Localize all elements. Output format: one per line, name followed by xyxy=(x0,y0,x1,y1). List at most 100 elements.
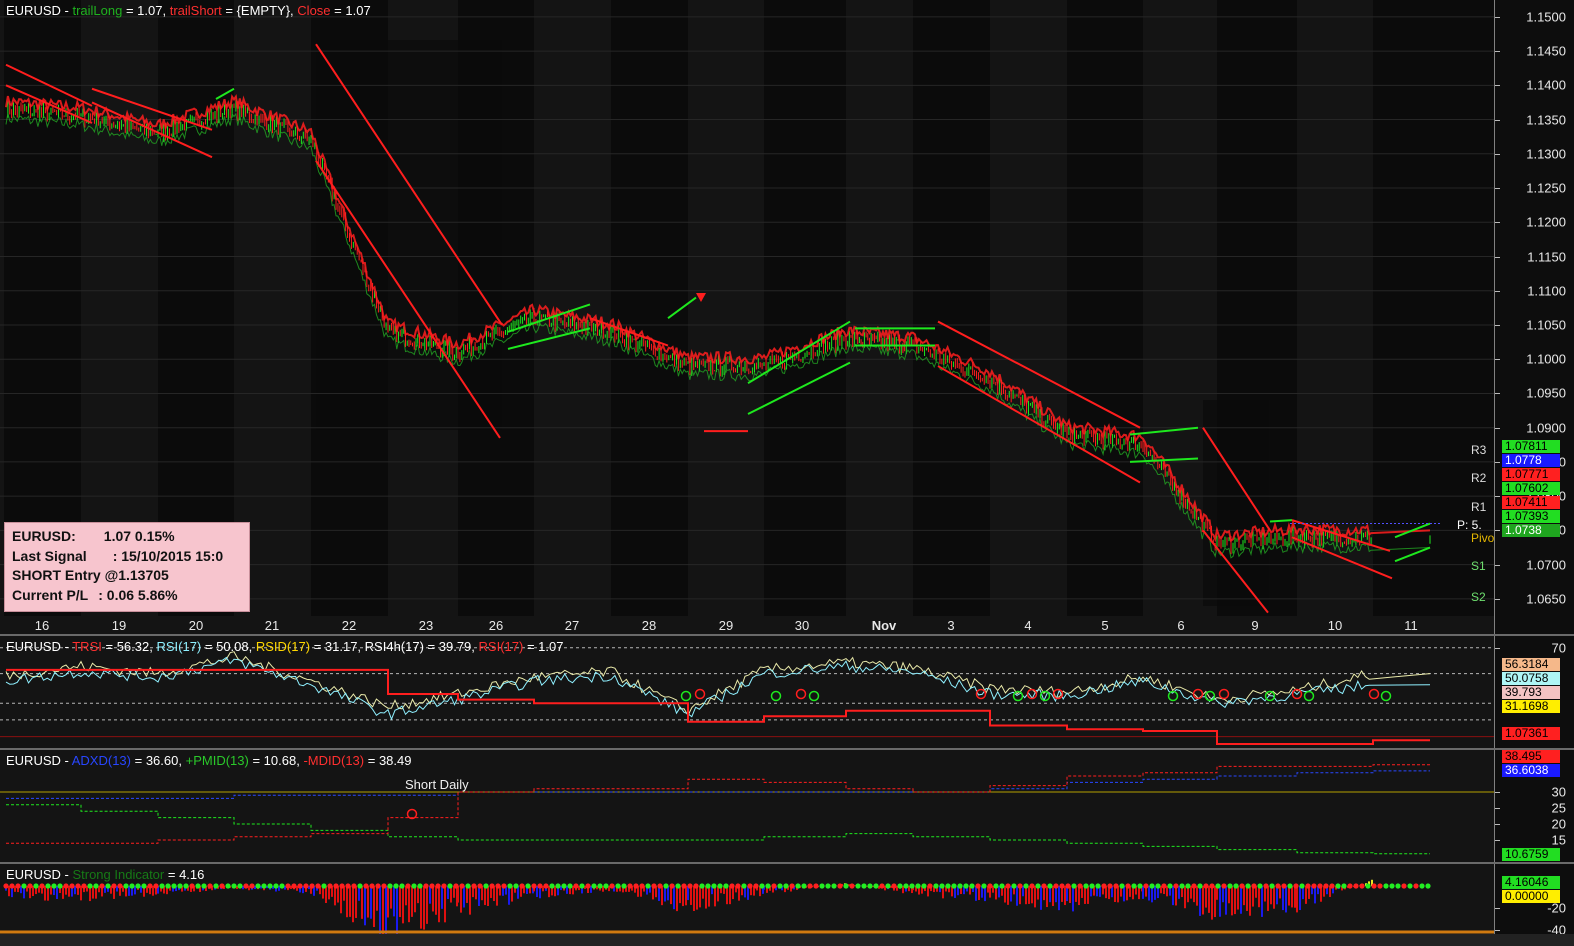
signal-info-box: EURUSD: 1.07 0.15% Last Signal: 15/10/201… xyxy=(4,522,250,612)
date-tick-label: 28 xyxy=(641,618,657,633)
pivot-r3-label: R3 xyxy=(1471,443,1487,457)
strong-pane: -20 -40 4.16046 0.00000 EURUSD - Strong Ind… xyxy=(0,864,1574,934)
trend-channel-line xyxy=(1269,519,1293,523)
strength-dot xyxy=(1173,883,1179,889)
strength-dot xyxy=(1275,883,1281,889)
strength-dot xyxy=(1155,883,1161,889)
price-value-badge: 1.07411 xyxy=(1502,496,1560,509)
strength-dot xyxy=(1089,883,1095,889)
strength-dot xyxy=(693,883,699,889)
adx-tick-label: 25 xyxy=(1551,800,1566,816)
strength-dot xyxy=(399,883,405,889)
strength-dot xyxy=(1287,883,1293,889)
price-tickmark xyxy=(1495,564,1500,566)
strong-indicator-chart[interactable] xyxy=(0,864,1494,934)
strength-dot xyxy=(717,883,723,889)
strength-dot xyxy=(105,883,111,889)
strength-dot xyxy=(1179,883,1185,889)
channel-zone xyxy=(316,40,502,430)
strength-dot xyxy=(885,883,891,889)
strength-dot xyxy=(801,883,807,889)
strength-dot xyxy=(381,883,387,889)
rsid-label: RSID(17) xyxy=(255,639,311,654)
strength-dot xyxy=(471,883,477,889)
strength-dot xyxy=(519,883,525,889)
strength-dot xyxy=(1143,883,1149,889)
strength-dot xyxy=(261,883,267,889)
strength-dot xyxy=(135,883,141,889)
strength-dot xyxy=(1095,883,1101,889)
strength-dot xyxy=(291,883,297,889)
strength-dot xyxy=(951,883,957,889)
trail-short-value: = {EMPTY}, xyxy=(225,3,294,18)
strength-dot xyxy=(1299,883,1305,889)
date-tick-label: 27 xyxy=(564,618,580,633)
adx-value-badge: 36.6038 xyxy=(1502,764,1560,777)
strength-dot xyxy=(465,883,471,889)
trail-long-label: trailLong xyxy=(72,3,123,18)
strength-dot xyxy=(129,883,135,889)
strength-dot xyxy=(543,883,549,889)
strength-dot xyxy=(849,883,855,889)
adx-tickmark xyxy=(1495,792,1500,793)
strength-dot xyxy=(669,883,675,889)
price-tickmark xyxy=(1495,393,1500,395)
strength-dot xyxy=(657,883,663,889)
strength-dot xyxy=(1125,883,1131,889)
strength-dot xyxy=(33,883,39,889)
date-tick-label: 26 xyxy=(488,618,504,633)
pivot-label: Pivo xyxy=(1471,531,1495,545)
pivot-r1-label: R1 xyxy=(1471,500,1487,514)
price-tick-label: 1.1200 xyxy=(1526,214,1566,230)
date-tick-label: 3 xyxy=(947,618,955,633)
strength-dot xyxy=(279,883,285,889)
price-value-badge: 1.07771 xyxy=(1502,468,1560,481)
strength-dot xyxy=(1077,883,1083,889)
info-row-price: EURUSD: 1.07 0.15% xyxy=(12,528,175,544)
rsi-value-badge: 1.07361 xyxy=(1502,727,1560,740)
strength-dot xyxy=(993,883,999,889)
strength-dot xyxy=(771,883,777,889)
strength-dot xyxy=(567,883,573,889)
strength-dot xyxy=(285,883,291,889)
strength-dot xyxy=(1185,883,1191,889)
strength-dot xyxy=(639,883,645,889)
adx-tick-label: 30 xyxy=(1551,784,1566,800)
strength-dot xyxy=(249,883,255,889)
strength-dot xyxy=(747,883,753,889)
strength-dot xyxy=(345,883,351,889)
strength-dot xyxy=(681,883,687,889)
strength-dot xyxy=(483,883,489,889)
date-tick-label: 21 xyxy=(264,618,280,633)
date-tick-label: Nov xyxy=(871,618,897,633)
strength-dot xyxy=(1371,883,1377,889)
rsi-value-badge: 39.793 xyxy=(1502,686,1560,699)
strength-dot xyxy=(1005,883,1011,889)
strength-dot xyxy=(927,883,933,889)
strength-dot xyxy=(111,883,117,889)
date-tick-label: 5 xyxy=(1101,618,1109,633)
rsi-value-badge: 56.3184 xyxy=(1502,658,1560,671)
strength-dot xyxy=(303,883,309,889)
day-band xyxy=(1067,0,1143,616)
strength-dot xyxy=(1419,883,1425,889)
strong-axis: -20 -40 4.16046 0.00000 xyxy=(1495,864,1574,934)
pivot-s1-label: S1 xyxy=(1471,559,1486,573)
strength-dot xyxy=(687,883,693,889)
strength-dot xyxy=(903,883,909,889)
symbol-label: EURUSD xyxy=(6,3,61,18)
price-tickmark xyxy=(1495,530,1500,532)
price-tickmark xyxy=(1495,496,1500,498)
rsi-tickmark xyxy=(1495,647,1500,649)
adx-value-badge: 38.495 xyxy=(1502,750,1560,763)
strength-dot xyxy=(915,883,921,889)
price-tick-label: 1.1300 xyxy=(1526,146,1566,162)
price-tickmark xyxy=(1495,598,1500,600)
adx-tickmark xyxy=(1495,840,1500,841)
strength-dot xyxy=(1251,883,1257,889)
date-tick-label: 9 xyxy=(1251,618,1259,633)
strength-dot xyxy=(39,883,45,889)
price-tickmark xyxy=(1495,222,1500,224)
strength-dot xyxy=(339,883,345,889)
sheet-tabs-bar[interactable] xyxy=(0,934,1574,946)
